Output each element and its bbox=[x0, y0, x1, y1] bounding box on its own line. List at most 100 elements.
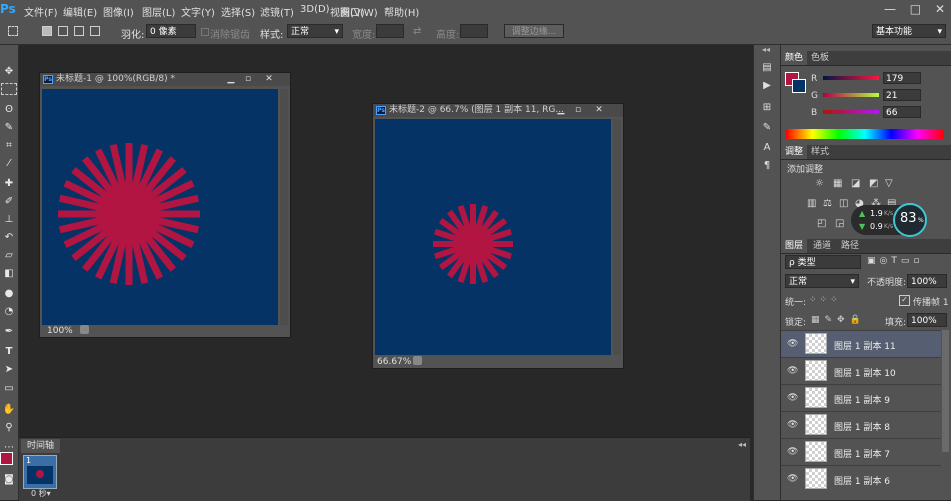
invert-icon[interactable]: ◰ bbox=[817, 218, 826, 229]
height-input[interactable] bbox=[460, 24, 488, 38]
layer-row[interactable]: 👁 图层 1 副本 11 bbox=[781, 330, 941, 357]
tab-adjustments[interactable]: 调整 bbox=[781, 145, 808, 159]
layer-name[interactable]: 图层 1 副本 10 bbox=[834, 366, 896, 379]
color-spectrum-bar[interactable] bbox=[786, 129, 944, 139]
document-1-canvas[interactable] bbox=[42, 89, 278, 325]
crop-tool-icon[interactable]: ⌗ bbox=[1, 139, 17, 153]
antialias-checkbox[interactable] bbox=[201, 28, 209, 36]
layer-row[interactable]: 👁 图层 1 副本 8 bbox=[781, 411, 941, 438]
menu-help[interactable]: 帮助(H) bbox=[384, 4, 419, 19]
layer-name[interactable]: 图层 1 副本 8 bbox=[834, 420, 890, 433]
background-color-swatch[interactable] bbox=[792, 79, 806, 93]
width-input[interactable] bbox=[376, 24, 404, 38]
curves-icon[interactable]: ◪ bbox=[851, 178, 860, 189]
g-slider[interactable] bbox=[823, 93, 879, 97]
eye-icon[interactable]: 👁 bbox=[787, 474, 798, 484]
menu-image[interactable]: 图像(I) bbox=[103, 4, 134, 19]
layer-name[interactable]: 图层 1 副本 6 bbox=[834, 474, 890, 487]
doc-info-icon[interactable] bbox=[413, 356, 422, 365]
animation-frame[interactable]: 1 bbox=[23, 455, 57, 489]
restore-button[interactable]: ▫ bbox=[569, 104, 587, 117]
rect-marquee-tool-icon[interactable] bbox=[1, 83, 17, 95]
hand-tool-icon[interactable]: ✋ bbox=[1, 403, 17, 417]
brush-presets-icon[interactable]: ✎ bbox=[760, 121, 774, 135]
add-selection-icon[interactable] bbox=[58, 26, 68, 36]
tab-styles[interactable]: 样式 bbox=[807, 145, 833, 159]
quick-select-tool-icon[interactable]: ✎ bbox=[1, 121, 17, 135]
eye-icon[interactable]: 👁 bbox=[787, 366, 798, 376]
blend-mode-select[interactable]: 正常 ▾ bbox=[785, 274, 859, 288]
blur-tool-icon[interactable]: ● bbox=[1, 287, 17, 301]
shape-tool-icon[interactable]: ▭ bbox=[1, 382, 17, 396]
propagate-checkbox[interactable]: ✓ bbox=[899, 295, 910, 306]
style-select[interactable]: 正常 ▾ bbox=[287, 24, 343, 38]
tab-layers[interactable]: 图层 bbox=[781, 239, 808, 253]
lock-icons[interactable]: ▦✎✥🔒 bbox=[811, 315, 866, 325]
minimize-button[interactable]: ▁ bbox=[222, 73, 240, 86]
menu-file[interactable]: 文件(F) bbox=[24, 4, 58, 19]
frame-delay[interactable]: 0 秒▾ bbox=[31, 488, 51, 499]
document-window-2[interactable]: Ps 未标题-2 @ 66.7% (图层 1 副本 11, RG... ▁ ▫ … bbox=[372, 103, 624, 369]
menu-type[interactable]: 文字(Y) bbox=[181, 4, 215, 19]
unify-icons[interactable]: ⁘⁘⁘ bbox=[809, 295, 841, 305]
layer-name[interactable]: 图层 1 副本 9 bbox=[834, 393, 890, 406]
restore-button[interactable]: □ bbox=[910, 2, 921, 16]
vertical-scrollbar[interactable] bbox=[613, 119, 621, 355]
paragraph-panel-icon[interactable]: ¶ bbox=[760, 159, 774, 173]
doc-info-icon[interactable] bbox=[80, 325, 89, 334]
close-button[interactable]: ✕ bbox=[590, 104, 608, 117]
lasso-tool-icon[interactable]: ʘ bbox=[1, 103, 17, 117]
feather-input[interactable]: 0 像素 bbox=[146, 24, 196, 38]
vibrance-icon[interactable]: ▽ bbox=[885, 178, 893, 189]
foreground-color-swatch[interactable] bbox=[0, 452, 13, 465]
document-2-titlebar[interactable]: Ps 未标题-2 @ 66.7% (图层 1 副本 11, RG... ▁ ▫ … bbox=[373, 104, 623, 117]
b-slider[interactable] bbox=[823, 110, 879, 114]
eye-icon[interactable]: 👁 bbox=[787, 420, 798, 430]
tab-paths[interactable]: 路径 bbox=[837, 239, 863, 253]
menu-window[interactable]: 窗口(W) bbox=[340, 4, 378, 19]
brush-tool-icon[interactable]: ✐ bbox=[1, 195, 17, 209]
eye-icon[interactable]: 👁 bbox=[787, 447, 798, 457]
tab-channels[interactable]: 通道 bbox=[809, 239, 835, 253]
layer-row[interactable]: 👁 图层 1 副本 9 bbox=[781, 384, 941, 411]
r-value[interactable]: 179 bbox=[883, 72, 921, 84]
marquee-tool-icon[interactable] bbox=[8, 26, 18, 36]
vertical-scrollbar[interactable] bbox=[280, 89, 288, 325]
document-window-1[interactable]: Ps 未标题-1 @ 100%(RGB/8) * ▁ ▫ ✕ 100% bbox=[39, 72, 291, 338]
document-1-titlebar[interactable]: Ps 未标题-1 @ 100%(RGB/8) * ▁ ▫ ✕ bbox=[40, 73, 290, 86]
tab-color[interactable]: 颜色 bbox=[781, 51, 808, 65]
opacity-input[interactable]: 100% bbox=[907, 274, 947, 288]
fill-input[interactable]: 100% bbox=[907, 313, 947, 327]
dock-expand-icon[interactable]: ◂◂ bbox=[762, 45, 770, 54]
layer-row[interactable]: 👁 图层 1 副本 10 bbox=[781, 357, 941, 384]
tab-swatches[interactable]: 色板 bbox=[807, 51, 833, 65]
swap-icon[interactable]: ⇄ bbox=[413, 26, 421, 37]
hue-saturation-icon[interactable]: ▥ bbox=[807, 198, 816, 209]
layer-name[interactable]: 图层 1 副本 7 bbox=[834, 447, 890, 460]
menu-edit[interactable]: 编辑(E) bbox=[63, 4, 97, 19]
timeline-tab[interactable]: 时间轴 bbox=[21, 439, 61, 453]
exposure-icon[interactable]: ◩ bbox=[869, 178, 878, 189]
new-selection-icon[interactable] bbox=[42, 26, 52, 36]
posterize-icon[interactable]: ◲ bbox=[835, 218, 844, 229]
layer-row[interactable]: 👁 图层 1 副本 6 bbox=[781, 465, 941, 492]
layers-scrollbar[interactable] bbox=[942, 330, 949, 452]
gradient-tool-icon[interactable]: ◧ bbox=[1, 267, 17, 281]
dodge-tool-icon[interactable]: ◔ bbox=[1, 305, 17, 319]
color-balance-icon[interactable]: ⚖ bbox=[823, 198, 832, 209]
quick-mask-icon[interactable]: ◙ bbox=[1, 473, 17, 487]
eraser-tool-icon[interactable]: ▱ bbox=[1, 249, 17, 263]
restore-button[interactable]: ▫ bbox=[239, 73, 257, 86]
refine-edge-button[interactable]: 调整边缘... bbox=[504, 24, 564, 38]
g-value[interactable]: 21 bbox=[883, 89, 921, 101]
eyedropper-tool-icon[interactable]: ⁄ bbox=[1, 157, 17, 171]
layer-filter-icons[interactable]: ▣◎T▭▫ bbox=[867, 256, 923, 266]
menu-layer[interactable]: 图层(L) bbox=[142, 4, 175, 19]
history-brush-tool-icon[interactable]: ↶ bbox=[1, 231, 17, 245]
layer-name[interactable]: 图层 1 副本 11 bbox=[834, 339, 896, 352]
panel-collapse-icon[interactable]: ◂◂ bbox=[738, 440, 746, 449]
minimize-button[interactable]: ▁ bbox=[552, 104, 570, 117]
pen-tool-icon[interactable]: ✒ bbox=[1, 325, 17, 339]
menu-select[interactable]: 选择(S) bbox=[221, 4, 255, 19]
path-select-tool-icon[interactable]: ➤ bbox=[1, 363, 17, 377]
